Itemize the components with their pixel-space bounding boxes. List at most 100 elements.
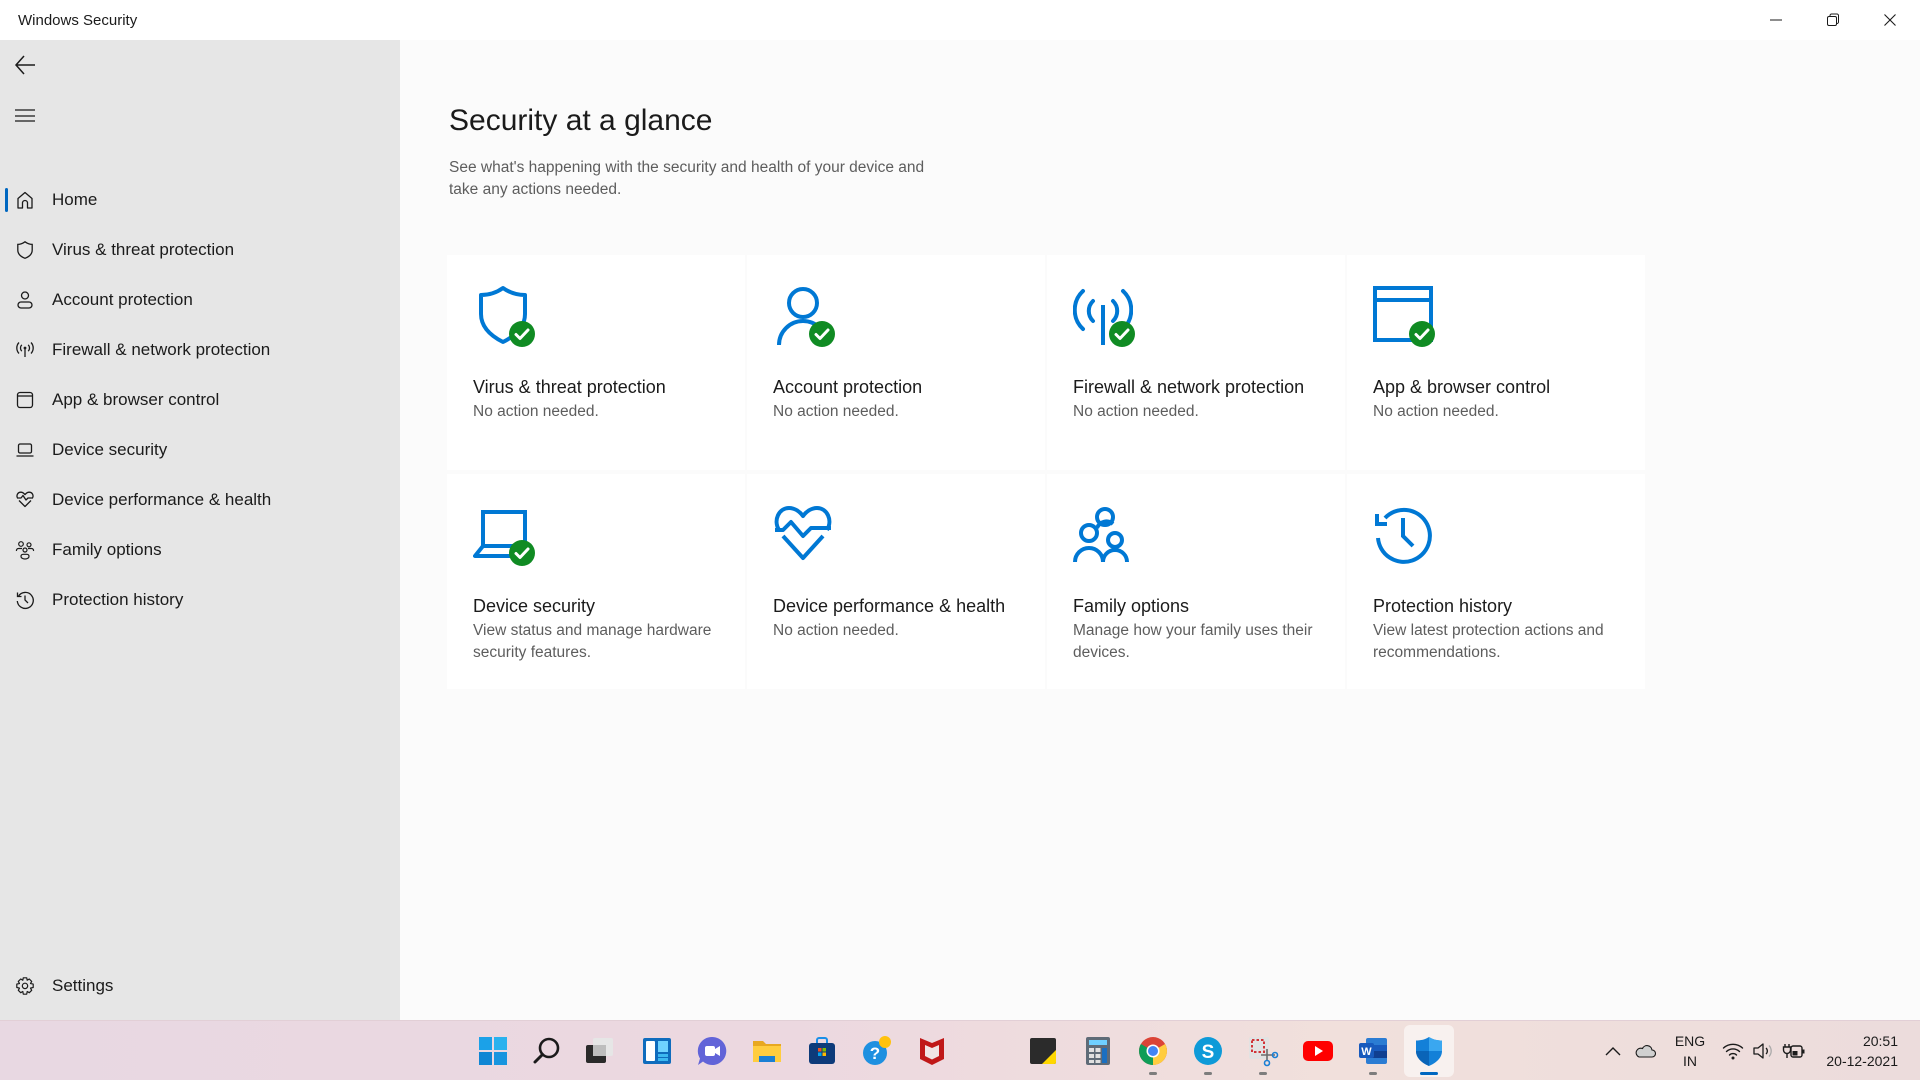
minimize-button[interactable] [1748,0,1804,40]
sidebar-item-label: Home [52,190,98,209]
chrome-icon [1139,1037,1167,1065]
teams-chat-icon [697,1036,727,1065]
input-language-indicator[interactable]: ENG IN [1672,1031,1708,1071]
network-button[interactable] [1720,1039,1746,1063]
battery-charging-icon [1782,1044,1805,1058]
main-content: Security at a glance See what's happenin… [400,40,1920,1020]
restore-button[interactable] [1805,0,1861,40]
card-virus-threat-protection[interactable]: Virus & threat protection No action need… [447,255,745,470]
card-status: View status and manage hardware security… [473,622,712,661]
taskbar-sticky-notes-button[interactable] [1018,1025,1068,1077]
running-indicator [1149,1072,1157,1075]
sidebar-item-app-browser-control[interactable]: App & browser control [0,375,400,425]
running-indicator [1204,1072,1212,1075]
wifi-icon [1722,1043,1744,1060]
sidebar-item-label: Family options [52,540,162,559]
sidebar-item-home[interactable]: Home [0,175,400,225]
menu-button[interactable] [12,103,38,129]
back-button[interactable] [12,52,38,78]
chevron-up-icon [1605,1047,1621,1056]
taskbar-chat-button[interactable] [687,1025,737,1077]
close-icon [1884,14,1896,26]
page-description: See what's happening with the security a… [449,159,925,198]
back-arrow-icon [14,55,35,75]
windows-security-icon [1416,1037,1442,1066]
checkmark-badge-icon [509,321,535,347]
region-code: IN [1683,1053,1697,1069]
sidebar-item-device-performance-health[interactable]: Device performance & health [0,475,400,525]
sidebar-item-account-protection[interactable]: Account protection [0,275,400,325]
gear-icon [14,975,36,997]
card-status: No action needed. [1373,403,1499,420]
title-bar: Windows Security [0,0,1920,40]
sidebar-item-protection-history[interactable]: Protection history [0,575,400,625]
checkmark-badge-icon [509,540,535,566]
history-icon [14,589,36,611]
clock[interactable]: 20:51 20-12-2021 [1826,1031,1898,1071]
minimize-icon [1770,19,1782,21]
onedrive-button[interactable] [1632,1040,1658,1062]
taskbar-get-help-button[interactable]: ? [852,1025,902,1077]
card-status: No action needed. [773,622,899,639]
restore-icon [1827,13,1839,26]
help-icon: ? [863,1036,891,1065]
family-icon [14,539,36,561]
taskbar-chrome-button[interactable] [1128,1025,1178,1077]
history-icon [1375,507,1432,564]
clock-time: 20:51 [1862,1033,1898,1049]
battery-button[interactable] [1781,1039,1807,1063]
sidebar-item-device-security[interactable]: Device security [0,425,400,475]
word-icon: W [1359,1038,1387,1064]
running-indicator [1369,1072,1377,1075]
sidebar-item-family-options[interactable]: Family options [0,525,400,575]
card-app-browser-control[interactable]: App & browser control No action needed. [1347,255,1645,470]
sidebar-nav: Home Virus & threat protection Account p… [0,175,400,625]
sidebar-item-label: Account protection [52,290,193,309]
search-icon [533,1037,560,1064]
taskbar-skype-button[interactable]: S [1183,1025,1233,1077]
card-account-protection[interactable]: Account protection No action needed. [747,255,1045,470]
taskbar-search-button[interactable] [522,1025,572,1077]
sidebar: Home Virus & threat protection Account p… [0,40,400,1020]
home-icon [14,189,36,211]
card-firewall-network-protection[interactable]: Firewall & network protection No action … [1047,255,1345,470]
sidebar-item-label: Device performance & health [52,490,272,509]
taskbar-store-button[interactable] [797,1025,847,1077]
card-status: No action needed. [773,403,899,420]
youtube-icon [1303,1041,1333,1061]
taskbar-calculator-button[interactable] [1073,1025,1123,1077]
taskbar-word-button[interactable]: W [1348,1025,1398,1077]
card-device-security[interactable]: Device security View status and manage h… [447,474,745,689]
card-title: Virus & threat protection [473,377,666,397]
calculator-icon [1086,1037,1110,1065]
card-device-performance-health[interactable]: Device performance & health No action ne… [747,474,1045,689]
taskbar-file-explorer-button[interactable] [742,1025,792,1077]
show-hidden-icons-button[interactable] [1602,1041,1624,1061]
sidebar-item-label: Protection history [52,590,184,609]
taskbar-youtube-button[interactable] [1293,1025,1343,1077]
card-family-options[interactable]: Family options Manage how your family us… [1047,474,1345,689]
heart-pulse-icon [14,489,36,511]
sidebar-item-virus-threat-protection[interactable]: Virus & threat protection [0,225,400,275]
taskbar-windows-security-button[interactable] [1404,1025,1454,1077]
taskbar-task-view-button[interactable] [574,1025,624,1077]
sidebar-item-firewall-network-protection[interactable]: Firewall & network protection [0,325,400,375]
checkmark-badge-icon [809,321,835,347]
volume-button[interactable] [1750,1039,1776,1063]
taskbar-snipping-tool-button[interactable] [1238,1025,1288,1077]
taskbar-start-button[interactable] [468,1025,518,1077]
store-icon [809,1037,835,1064]
sidebar-item-settings[interactable]: Settings [0,961,400,1011]
sidebar-item-label: Device security [52,440,168,459]
close-button[interactable] [1862,0,1918,40]
taskbar-widgets-button[interactable] [632,1025,682,1077]
card-protection-history[interactable]: Protection history View latest protectio… [1347,474,1645,689]
antenna-icon [14,339,36,361]
taskbar-mcafee-button[interactable] [907,1025,957,1077]
svg-text:S: S [1202,1042,1215,1063]
svg-text:?: ? [870,1044,880,1063]
active-indicator [1420,1072,1438,1075]
sidebar-item-label: App & browser control [52,390,220,409]
snipping-tool-icon [1249,1037,1279,1067]
speaker-icon [1753,1043,1772,1059]
